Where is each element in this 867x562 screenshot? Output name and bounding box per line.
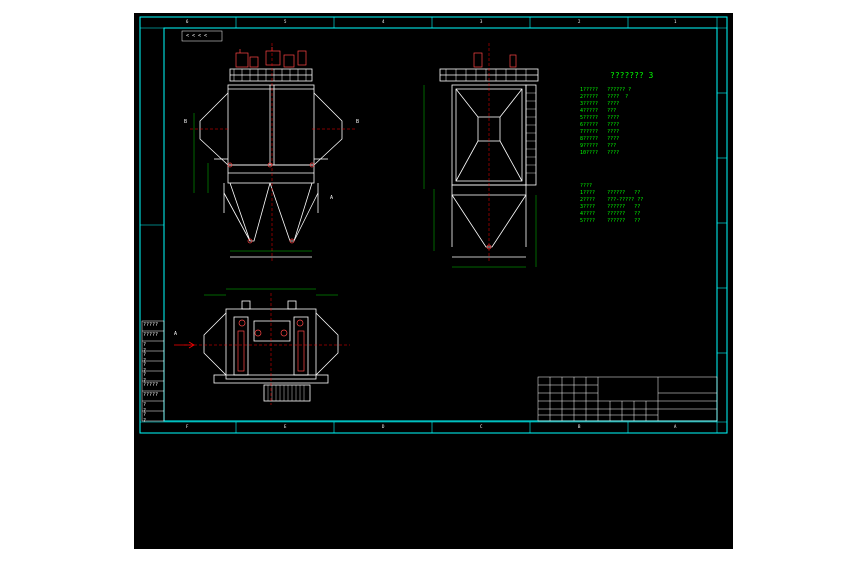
- tech-note-line: 4???? ?????? ??: [580, 211, 641, 217]
- grid-bottom-b: B: [578, 424, 581, 429]
- tech-note-line: 5????? ????: [580, 115, 620, 121]
- left-tag: < < < <: [186, 33, 208, 39]
- grid-bottom-e: E: [284, 424, 287, 429]
- left-table-cell: ?????: [143, 332, 159, 338]
- section-a: A: [330, 195, 334, 201]
- grid-bottom-f: F: [186, 424, 189, 429]
- tech-note-line: 8????? ????: [580, 136, 620, 142]
- left-table-cell: ? ?: [143, 412, 147, 424]
- grid-top-3: 3: [480, 19, 483, 24]
- plan-centerlines: [184, 293, 350, 405]
- section-b-right: B: [356, 119, 360, 125]
- tech-note-line: ????: [580, 183, 593, 189]
- tech-note-line: 2???? ???-????? ??: [580, 197, 644, 203]
- drawing-canvas: [139, 16, 728, 434]
- tech-note-line: 3????? ????: [580, 101, 620, 107]
- left-table-cell: ?????: [143, 392, 159, 398]
- tech-note-line: 5???? ?????? ??: [580, 218, 641, 224]
- tech-note-line: 1???? ?????? ??: [580, 190, 641, 196]
- section-b-left: B: [184, 119, 188, 125]
- grid-bottom-a: A: [674, 424, 677, 429]
- grid-bottom-c: C: [480, 424, 483, 429]
- plan-arrow: [174, 341, 195, 349]
- grid-top-2: 2: [578, 19, 581, 24]
- front-dims: [193, 113, 312, 252]
- left-table-cell: ?????: [143, 382, 159, 388]
- tech-title: ??????? 3: [610, 71, 654, 80]
- grid-top-6: 6: [186, 19, 189, 24]
- tech-note-line: 9????? ???: [580, 143, 617, 149]
- inner-frame: [163, 27, 718, 422]
- grid-bottom-d: D: [382, 424, 385, 429]
- tech-note-line: 4????? ???: [580, 108, 617, 114]
- grid-top-1: 1: [674, 19, 677, 24]
- arrow-label: A: [174, 331, 178, 337]
- left-table-cell: ?????: [143, 322, 159, 328]
- tech-note-line: 2????? ???? ?: [580, 94, 629, 100]
- tech-note-line: 3???? ?????? ??: [580, 204, 641, 210]
- tech-note-line: 7????? ????: [580, 129, 620, 135]
- title-block: [537, 376, 718, 422]
- cad-viewport[interactable]: 6 5 4 3 2 1 F E D C B A < < < < B B A A …: [134, 13, 733, 549]
- grid-top-4: 4: [382, 19, 385, 24]
- grid-top-5: 5: [284, 19, 287, 24]
- tech-note-line: 10???? ????: [580, 150, 620, 156]
- tech-note-line: 6????? ????: [580, 122, 620, 128]
- tech-note-line: 1????? ?????? ?: [580, 87, 632, 93]
